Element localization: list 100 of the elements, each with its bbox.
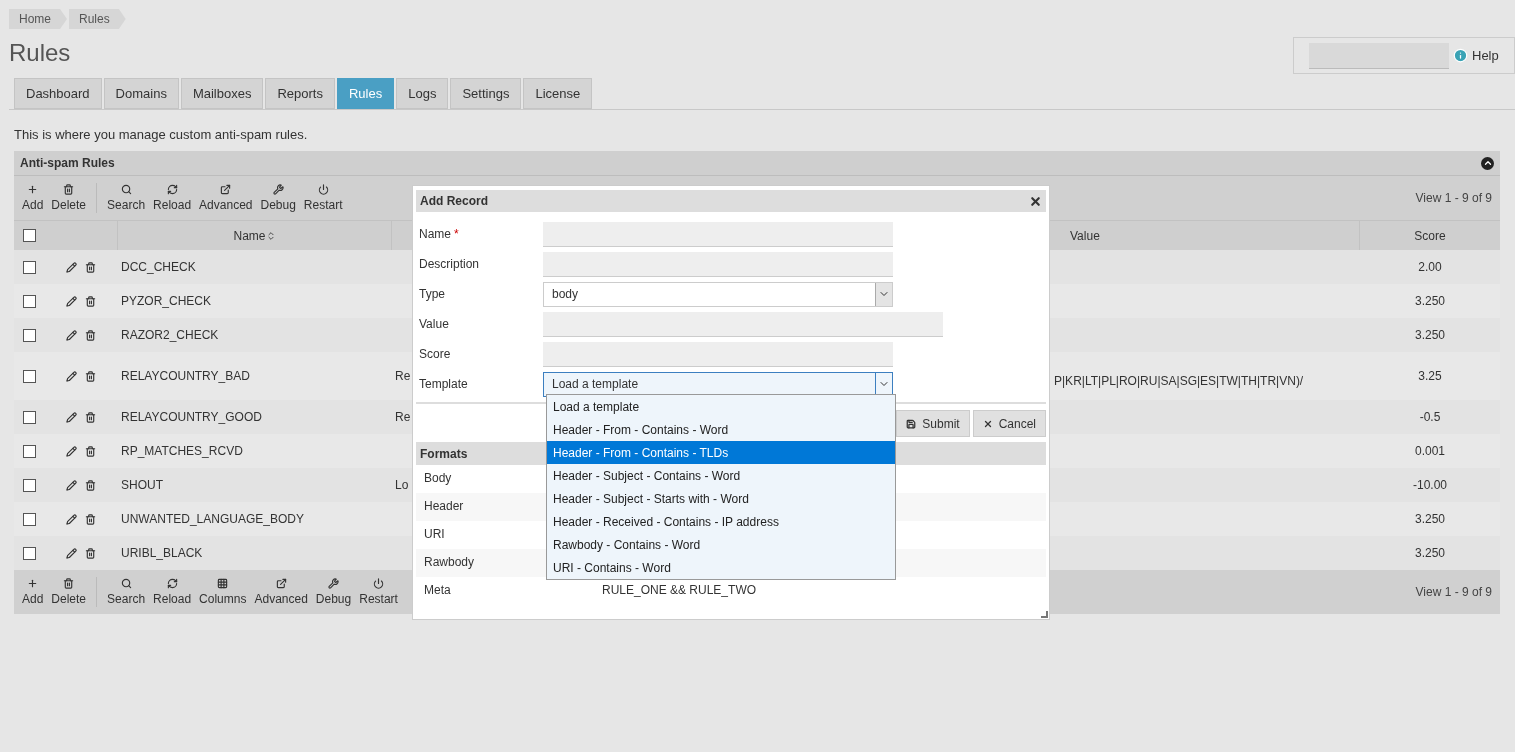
table-cell: URIBL_BLACK xyxy=(121,546,203,560)
edit-icon[interactable] xyxy=(66,261,77,273)
toolbar-button[interactable]: Add xyxy=(18,577,48,607)
checkbox[interactable] xyxy=(22,512,36,526)
edit-icon[interactable] xyxy=(66,370,77,382)
tab[interactable]: Domains xyxy=(103,78,179,109)
trash-icon[interactable] xyxy=(85,261,96,273)
breadcrumb-link[interactable]: Rules xyxy=(69,9,126,29)
checkbox[interactable] xyxy=(22,444,36,458)
checkbox[interactable] xyxy=(22,229,36,242)
table-cell-text: -0.5 xyxy=(1419,409,1441,426)
resize-grip-icon[interactable] xyxy=(1041,611,1048,618)
input-field[interactable] xyxy=(543,341,893,367)
toolbar-button[interactable]: Add xyxy=(18,183,48,213)
search-field[interactable] xyxy=(1309,42,1449,69)
toolbar-button[interactable]: Delete xyxy=(47,577,91,607)
toolbar-button[interactable]: Restart xyxy=(355,577,402,607)
dropdown-option[interactable]: Rawbody - Contains - Word xyxy=(547,533,895,556)
close-icon xyxy=(982,418,993,429)
tab[interactable]: Mailboxes xyxy=(180,78,264,109)
toolbar-button[interactable]: Restart xyxy=(299,183,347,213)
edit-icon[interactable] xyxy=(66,479,77,491)
search-icon xyxy=(120,183,132,195)
breadcrumb-link[interactable]: Home xyxy=(9,9,67,29)
toolbar-button[interactable]: Reload xyxy=(149,577,196,607)
field-label: Description xyxy=(419,256,480,273)
checkbox[interactable] xyxy=(22,369,36,383)
toolbar-button[interactable]: Advanced xyxy=(250,577,312,607)
toolbar-button[interactable]: Reload xyxy=(149,183,196,213)
collapse-button[interactable] xyxy=(1481,156,1494,170)
tab[interactable]: License xyxy=(523,78,593,109)
checkbox[interactable] xyxy=(22,294,36,308)
wrench-icon xyxy=(328,577,340,589)
table-cell-text: 0.001 xyxy=(1415,443,1445,460)
table-cell: Re xyxy=(395,369,411,383)
dropdown-option[interactable]: Header - From - Contains - TLDs xyxy=(547,441,895,464)
trash-icon[interactable] xyxy=(85,370,96,382)
checkbox[interactable] xyxy=(22,478,36,492)
tab[interactable]: Reports xyxy=(265,78,335,109)
tab[interactable]: Settings xyxy=(450,78,522,109)
table-cell: Lo xyxy=(395,478,409,492)
checkbox[interactable] xyxy=(22,328,36,342)
toolbar-button[interactable]: Columns xyxy=(195,577,251,607)
column-header[interactable]: Value xyxy=(1070,226,1100,245)
close-icon[interactable] xyxy=(1029,194,1042,208)
toolbar-button[interactable]: Debug xyxy=(256,183,300,213)
input-field[interactable] xyxy=(543,221,893,247)
trash-icon[interactable] xyxy=(85,513,96,525)
tab[interactable]: Dashboard xyxy=(14,78,102,109)
power-icon xyxy=(317,183,329,195)
toolbar-button[interactable]: Delete xyxy=(47,183,91,213)
dropdown-option[interactable]: Load a template xyxy=(547,395,895,418)
dropdown-option[interactable]: URI - Contains - Word xyxy=(547,556,895,579)
toolbar-button[interactable]: Search xyxy=(103,183,150,213)
dialog-button[interactable]: Cancel xyxy=(972,410,1046,437)
trash-icon[interactable] xyxy=(85,547,96,559)
dropdown-option[interactable]: Header - From - Contains - Word xyxy=(547,418,895,441)
field-label: Value xyxy=(419,316,449,333)
trash-icon[interactable] xyxy=(85,411,96,423)
select-field[interactable]: body xyxy=(543,281,893,307)
wrench-icon xyxy=(272,183,284,195)
table-cell: RELAYCOUNTRY_BAD xyxy=(121,369,250,383)
trash-icon[interactable] xyxy=(85,445,96,457)
input-field[interactable] xyxy=(543,251,893,277)
sort-icon xyxy=(265,230,276,241)
field-label: Name xyxy=(419,226,451,243)
edit-icon[interactable] xyxy=(66,547,77,559)
format-label: URI xyxy=(424,526,445,543)
trash-icon[interactable] xyxy=(85,329,96,341)
edit-icon[interactable] xyxy=(66,445,77,457)
checkbox[interactable] xyxy=(22,260,36,274)
table-cell: SHOUT xyxy=(121,478,163,492)
edit-icon[interactable] xyxy=(66,411,77,423)
dialog-button[interactable]: Submit xyxy=(896,410,970,437)
column-header[interactable]: Name xyxy=(233,226,276,245)
table-cell: PYZOR_CHECK xyxy=(121,294,212,308)
dropdown-option[interactable]: Header - Subject - Starts with - Word xyxy=(547,487,895,510)
edit-icon[interactable] xyxy=(66,329,77,341)
toolbar-button[interactable]: Debug xyxy=(311,577,356,607)
trash-icon[interactable] xyxy=(85,295,96,307)
trash-icon[interactable] xyxy=(85,479,96,491)
edit-icon[interactable] xyxy=(66,295,77,307)
dropdown-option[interactable]: Header - Received - Contains - IP address xyxy=(547,510,895,533)
plus-icon xyxy=(27,183,39,195)
dropdown-option[interactable]: Header - Subject - Contains - Word xyxy=(547,464,895,487)
column-header[interactable]: Score xyxy=(1414,226,1446,245)
edit-icon[interactable] xyxy=(66,513,77,525)
checkbox[interactable] xyxy=(22,546,36,560)
format-label: Body xyxy=(424,470,452,487)
toolbar-button[interactable]: Advanced xyxy=(195,183,257,213)
checkbox[interactable] xyxy=(22,410,36,424)
help-link[interactable]: Help xyxy=(1472,45,1499,66)
reload-icon xyxy=(166,183,178,195)
tab[interactable]: Logs xyxy=(396,78,449,109)
toolbar-button[interactable]: Search xyxy=(103,577,150,607)
select-field[interactable]: Load a template xyxy=(543,371,893,397)
input-field[interactable] xyxy=(543,311,943,337)
field-label: Score xyxy=(419,346,451,363)
section-title: Formats xyxy=(420,445,468,463)
format-label: Header xyxy=(424,498,464,515)
